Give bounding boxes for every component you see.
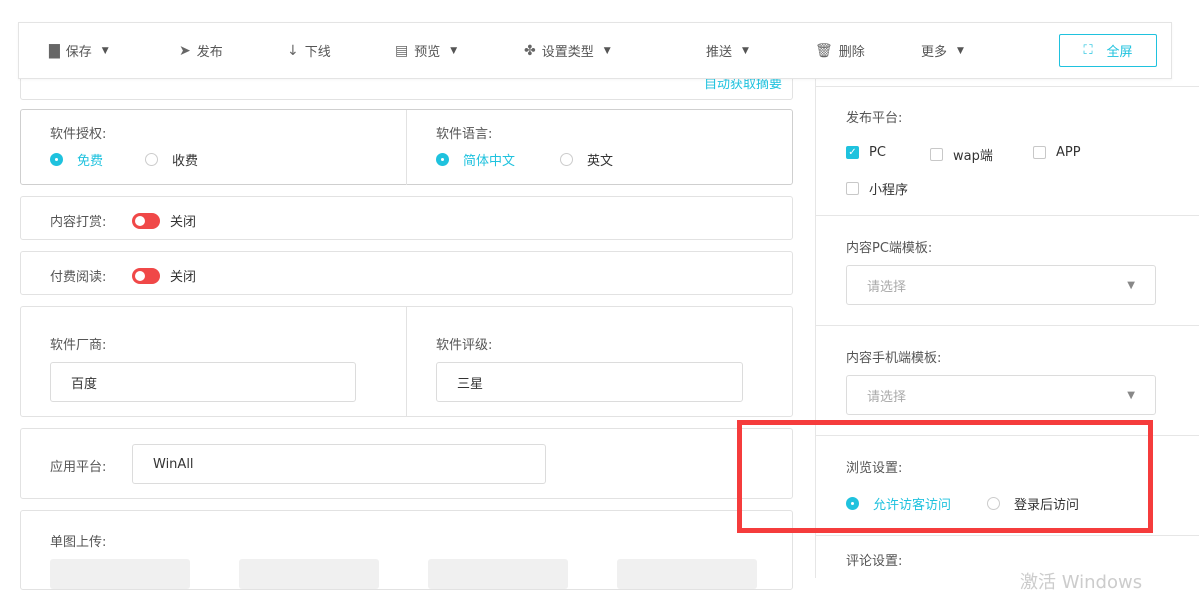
language-english-radio[interactable]: 英文 — [560, 150, 613, 169]
upload-label: 单图上传: — [50, 535, 107, 550]
platform-wap-checkbox[interactable]: wap端 — [930, 145, 993, 164]
checkbox-checked-icon: ✓ — [846, 146, 859, 159]
image-upload-slot[interactable] — [50, 559, 190, 589]
platform-input[interactable]: WinAll — [132, 444, 546, 484]
checkbox-icon — [846, 182, 859, 195]
caret-down-icon: ▼ — [101, 45, 109, 56]
mobile-template-select[interactable]: 请选择 ▼ — [846, 375, 1156, 415]
save-label: 保存 — [65, 45, 92, 60]
license-label: 软件授权: — [50, 127, 107, 142]
image-upload-slot[interactable] — [239, 559, 379, 589]
toggle-state: 关闭 — [170, 270, 197, 285]
push-label: 推送 — [706, 45, 733, 60]
preview-button[interactable]: ▤ 预览 ▼ — [395, 41, 458, 61]
toggle-switch[interactable] — [132, 267, 160, 284]
offline-button[interactable]: ↓ 下线 — [287, 41, 331, 61]
caret-down-icon: ▼ — [1127, 389, 1135, 401]
comment-label: 评论设置: — [846, 554, 903, 569]
fullscreen-button[interactable]: ⛶ 全屏 — [1059, 34, 1157, 67]
trash-icon: 🗑 — [815, 42, 833, 59]
rating-input[interactable]: 三星 — [436, 362, 743, 402]
publish-platform-label: 发布平台: — [846, 111, 903, 126]
preview-icon: ▤ — [395, 42, 409, 59]
option-label: 英文 — [587, 154, 614, 169]
pc-template-select[interactable]: 请选择 ▼ — [846, 265, 1156, 305]
fullscreen-label: 全屏 — [1106, 45, 1133, 60]
save-icon: ▇ — [49, 42, 60, 59]
arrow-down-icon: ↓ — [287, 42, 299, 59]
license-paid-radio[interactable]: 收费 — [145, 150, 198, 169]
option-label: 免费 — [77, 154, 104, 169]
image-upload-slot[interactable] — [428, 559, 568, 589]
highlight-box — [737, 420, 1153, 533]
toggle-state: 关闭 — [170, 215, 197, 230]
caret-down-icon: ▼ — [957, 45, 964, 56]
paid-read-label: 付费阅读: — [50, 270, 107, 285]
offline-label: 下线 — [304, 45, 331, 60]
publish-label: 发布 — [196, 45, 223, 60]
push-button[interactable]: 推送 ▼ — [706, 41, 749, 60]
pc-template-label: 内容PC端模板: — [846, 241, 933, 256]
image-upload-slot[interactable] — [617, 559, 757, 589]
radio-selected-icon — [436, 153, 449, 166]
rating-label: 软件评级: — [436, 338, 493, 353]
caret-down-icon: ▼ — [450, 45, 458, 56]
save-button[interactable]: ▇ 保存 ▼ — [49, 41, 109, 61]
checkbox-label: APP — [1056, 145, 1081, 160]
license-language-card — [20, 109, 793, 185]
vendor-label: 软件厂商: — [50, 338, 107, 353]
language-chinese-radio[interactable]: 简体中文 — [436, 150, 515, 169]
pc-template-section — [815, 215, 1199, 216]
radio-selected-icon — [50, 153, 63, 166]
select-placeholder: 请选择 — [867, 279, 907, 295]
platform-miniprogram-checkbox[interactable]: 小程序 — [846, 179, 908, 198]
platform-pc-checkbox[interactable]: ✓ PC — [846, 145, 886, 160]
checkbox-label: PC — [869, 145, 886, 160]
caret-down-icon: ▼ — [603, 45, 611, 56]
grid-icon: ✤ — [524, 42, 536, 59]
vendor-input[interactable]: 百度 — [50, 362, 356, 402]
mobile-template-section — [815, 325, 1199, 326]
paid-read-toggle[interactable]: 关闭 — [132, 266, 196, 285]
delete-label: 删除 — [838, 45, 865, 60]
delete-button[interactable]: 🗑 删除 — [815, 41, 865, 61]
reward-card: 内容打赏: 关闭 — [20, 196, 793, 240]
more-button[interactable]: 更多 ▼ — [921, 41, 964, 60]
set-type-button[interactable]: ✤ 设置类型 ▼ — [524, 41, 611, 61]
mobile-template-label: 内容手机端模板: — [846, 351, 942, 366]
platform-app-checkbox[interactable]: APP — [1033, 145, 1081, 160]
activate-windows-watermark: 激活 Windows — [1020, 572, 1143, 593]
caret-down-icon: ▼ — [742, 45, 749, 56]
paid-read-card: 付费阅读: 关闭 — [20, 251, 793, 295]
checkbox-label: wap端 — [953, 149, 993, 164]
option-label: 简体中文 — [463, 154, 516, 169]
toolbar: ▇ 保存 ▼ ➤ 发布 ↓ 下线 ▤ 预览 ▼ ✤ 设置类型 ▼ 推送 ▼ 🗑 删除 更多 ▼ ⛶ 全屏 — [18, 22, 1172, 79]
option-label: 收费 — [172, 154, 199, 169]
caret-down-icon: ▼ — [1127, 279, 1135, 291]
language-label: 软件语言: — [436, 127, 493, 142]
checkbox-label: 小程序 — [869, 183, 909, 198]
toggle-switch[interactable] — [132, 212, 160, 229]
send-icon: ➤ — [179, 42, 191, 59]
checkbox-icon — [930, 148, 943, 161]
select-placeholder: 请选择 — [867, 389, 907, 405]
radio-icon — [560, 153, 573, 166]
more-label: 更多 — [921, 45, 948, 60]
fullscreen-icon: ⛶ — [1083, 43, 1093, 58]
license-free-radio[interactable]: 免费 — [50, 150, 103, 169]
publish-button[interactable]: ➤ 发布 — [179, 41, 223, 61]
platform-label: 应用平台: — [50, 460, 107, 475]
reward-label: 内容打赏: — [50, 215, 107, 230]
comment-section — [815, 535, 1199, 536]
preview-label: 预览 — [414, 45, 441, 60]
reward-toggle[interactable]: 关闭 — [132, 211, 196, 230]
checkbox-icon — [1033, 146, 1046, 159]
radio-icon — [145, 153, 158, 166]
set-type-label: 设置类型 — [541, 45, 594, 60]
